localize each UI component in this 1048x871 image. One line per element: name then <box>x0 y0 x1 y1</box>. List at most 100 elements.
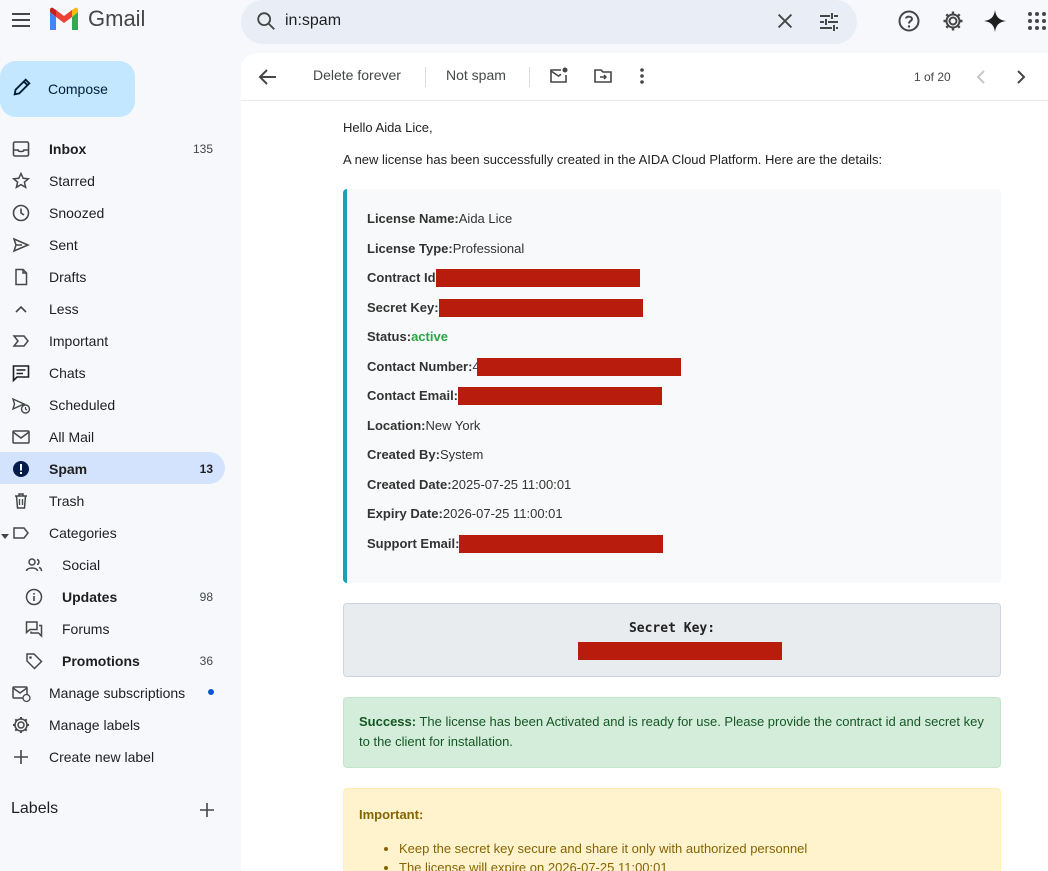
unread-count: 135 <box>192 142 213 156</box>
sidebar-item-label: Important <box>49 333 109 349</box>
field-label: Created Date: <box>367 477 452 492</box>
sidebar-item-all-mail[interactable]: All Mail <box>0 420 241 452</box>
sidebar-item-important[interactable]: Important <box>0 324 241 356</box>
redacted-contact-number <box>476 357 681 376</box>
back-arrow-icon[interactable] <box>258 66 278 93</box>
mark-unread-icon[interactable] <box>549 66 569 91</box>
sidebar-item-label: Inbox <box>49 141 87 157</box>
add-label-icon[interactable] <box>198 801 216 824</box>
location-row: Location:New York <box>367 418 480 433</box>
sidebar-item-scheduled[interactable]: Scheduled <box>0 388 241 420</box>
search-bar <box>241 0 857 44</box>
sidebar-item-less[interactable]: Less <box>0 292 241 324</box>
sidebar-nav: Inbox 135 Starred Snoozed Sent Drafts Le… <box>0 132 241 772</box>
contact-number-row: Contact Number:4 <box>367 357 681 376</box>
gmail-logo[interactable]: Gmail <box>48 6 145 32</box>
secret-key-row: Secret Key: <box>367 298 643 317</box>
toolbar-divider <box>425 67 426 87</box>
sidebar-item-label: Drafts <box>49 269 87 285</box>
unread-count: 13 <box>199 462 213 476</box>
toolbar-divider <box>529 67 530 87</box>
redacted-secret-key <box>438 298 643 317</box>
apps-grid-icon[interactable] <box>1026 9 1048 38</box>
move-to-folder-icon[interactable] <box>593 66 613 91</box>
chevron-right-icon[interactable] <box>1014 68 1028 91</box>
compose-button[interactable]: Compose <box>0 61 135 117</box>
plus-icon <box>11 747 31 767</box>
sidebar-item-label: Starred <box>49 173 95 189</box>
sidebar-item-starred[interactable]: Starred <box>0 164 241 196</box>
delete-forever-button[interactable]: Delete forever <box>313 67 401 83</box>
sidebar-item-forums[interactable]: Forums <box>0 612 241 644</box>
search-icon[interactable] <box>255 10 277 37</box>
sidebar-item-spam[interactable]: Spam 13 <box>0 452 225 484</box>
created-by-row: Created By:System <box>367 447 483 462</box>
top-bar: Gmail <box>0 0 1048 48</box>
chat-icon <box>11 363 31 383</box>
unread-count: 36 <box>199 654 213 668</box>
message-toolbar: Delete forever Not spam 1 of 20 <box>241 53 1048 101</box>
settings-gear-icon[interactable] <box>941 9 965 38</box>
created-by-value: System <box>439 447 484 462</box>
sidebar-item-chats[interactable]: Chats <box>0 356 241 388</box>
clear-search-icon[interactable] <box>774 10 796 37</box>
important-title: Important: <box>359 807 424 822</box>
sidebar-item-label: Scheduled <box>49 397 116 413</box>
label-icon <box>11 523 31 543</box>
support-email-row: Support Email: <box>367 534 664 553</box>
sidebar-item-snoozed[interactable]: Snoozed <box>0 196 241 228</box>
field-label: Contact Email: <box>367 388 459 403</box>
star-icon <box>11 171 31 191</box>
sidebar-item-drafts[interactable]: Drafts <box>0 260 241 292</box>
chevron-left-icon[interactable] <box>974 68 988 91</box>
sidebar-item-label: Less <box>49 301 79 317</box>
contact-email-row: Contact Email: <box>367 386 663 405</box>
manage-subscriptions-icon <box>11 683 31 703</box>
gemini-sparkle-icon[interactable] <box>983 9 1007 38</box>
sidebar-item-social[interactable]: Social <box>0 548 241 580</box>
sidebar-item-updates[interactable]: Updates 98 <box>0 580 241 612</box>
help-icon[interactable] <box>897 9 921 38</box>
sidebar-item-categories[interactable]: Categories <box>0 516 241 548</box>
gmail-m-icon <box>50 7 78 30</box>
sidebar-item-label: Manage labels <box>49 717 141 733</box>
main-menu-button[interactable] <box>9 8 33 32</box>
draft-icon <box>11 267 31 287</box>
search-options-icon[interactable] <box>817 10 841 39</box>
license-type-row: License Type:Professional <box>367 241 524 256</box>
list-item: The license will expire on 2026-07-25 11… <box>399 858 807 871</box>
sidebar-item-create-new-label[interactable]: Create new label <box>0 740 241 772</box>
sidebar-item-inbox[interactable]: Inbox 135 <box>0 132 241 164</box>
field-label: Secret Key: <box>367 300 439 315</box>
sidebar-item-promotions[interactable]: Promotions 36 <box>0 644 241 676</box>
field-label: Status: <box>367 329 412 344</box>
redacted-contract-id <box>435 268 640 287</box>
more-options-icon[interactable] <box>637 66 647 91</box>
inbox-icon <box>11 139 31 159</box>
trash-icon <box>11 491 31 511</box>
important-alert: Important: Keep the secret key secure an… <box>343 788 1001 871</box>
collapse-caret-icon[interactable] <box>1 528 9 544</box>
sidebar-item-label: Social <box>62 557 101 573</box>
search-input[interactable] <box>285 10 765 32</box>
important-icon <box>11 331 31 351</box>
secret-key-heading: Secret Key: <box>628 621 716 636</box>
greeting-text: Hello Aida Lice, <box>343 120 433 135</box>
field-label: License Type: <box>367 241 453 256</box>
sidebar-item-sent[interactable]: Sent <box>0 228 241 260</box>
sidebar-item-trash[interactable]: Trash <box>0 484 241 516</box>
not-spam-button[interactable]: Not spam <box>446 67 506 83</box>
sidebar-item-manage-labels[interactable]: Manage labels <box>0 708 241 740</box>
created-date-row: Created Date:2025-07-25 11:00:01 <box>367 477 571 492</box>
status-row: Status:active <box>367 329 448 344</box>
success-label: Success: <box>359 714 417 729</box>
contract-id-row: Contract Id <box>367 268 640 287</box>
redacted-support-email <box>459 534 664 553</box>
sidebar-item-manage-subscriptions[interactable]: Manage subscriptions <box>0 676 241 708</box>
sidebar-item-label: Spam <box>49 461 88 477</box>
labels-header: Labels <box>11 800 59 817</box>
send-icon <box>11 235 31 255</box>
clock-icon <box>11 203 31 223</box>
pencil-icon <box>11 76 33 103</box>
expiry-date-row: Expiry Date:2026-07-25 11:00:01 <box>367 506 563 521</box>
